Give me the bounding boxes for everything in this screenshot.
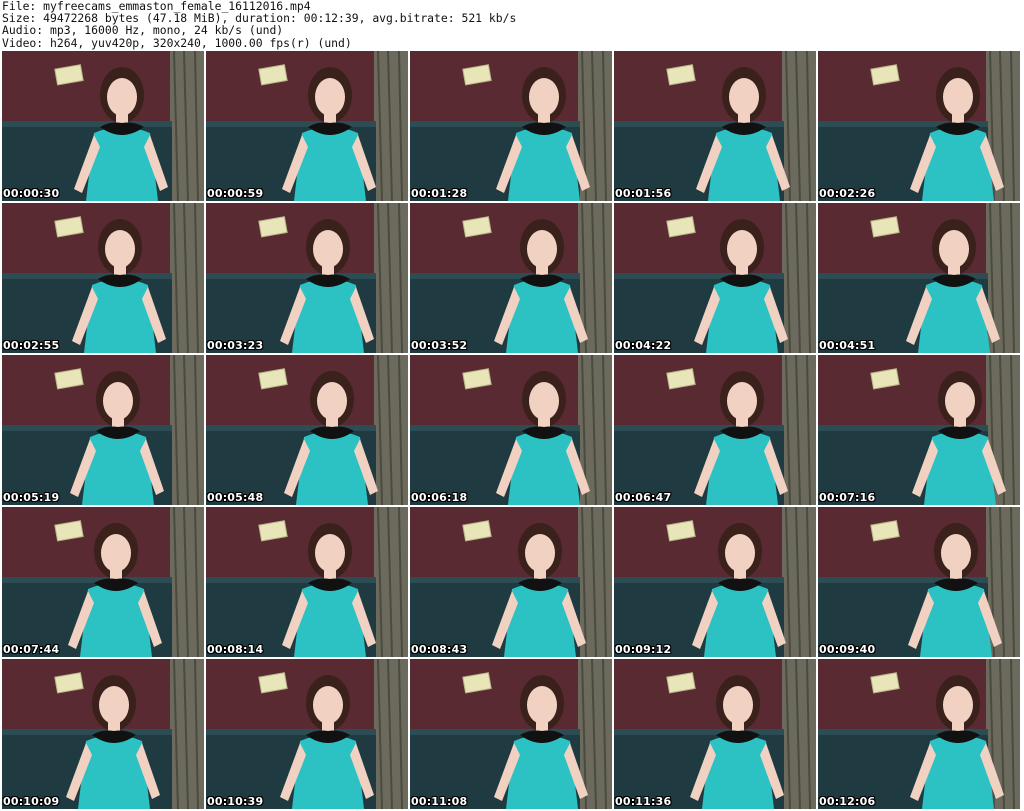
timestamp-label: 00:07:44 (3, 643, 60, 656)
timestamp-label: 00:09:12 (615, 643, 672, 656)
timestamp-label: 00:02:55 (3, 339, 60, 352)
timestamp-label: 00:11:36 (615, 795, 672, 808)
thumbnail-frame (410, 203, 612, 353)
timestamp-label: 00:04:51 (819, 339, 876, 352)
video-thumbnail: 00:09:40 (818, 507, 1020, 657)
thumbnail-frame (614, 507, 816, 657)
video-thumbnail: 00:02:26 (818, 51, 1020, 201)
thumbnail-frame (206, 507, 408, 657)
timestamp-label: 00:10:09 (3, 795, 60, 808)
thumbnail-frame (2, 51, 204, 201)
video-thumbnail: 00:05:48 (206, 355, 408, 505)
video-thumbnail: 00:10:39 (206, 659, 408, 809)
video-thumbnail: 00:04:22 (614, 203, 816, 353)
timestamp-label: 00:11:08 (411, 795, 468, 808)
timestamp-label: 00:03:52 (411, 339, 468, 352)
thumbnail-frame (614, 51, 816, 201)
video-thumbnail: 00:11:08 (410, 659, 612, 809)
thumbnail-frame (206, 659, 408, 809)
video-thumbnail: 00:03:52 (410, 203, 612, 353)
thumbnail-frame (410, 51, 612, 201)
video-thumbnail: 00:07:16 (818, 355, 1020, 505)
video-info-line: Video: h264, yuv420p, 320x240, 1000.00 f… (2, 35, 352, 50)
video-thumbnail: 00:03:23 (206, 203, 408, 353)
video-thumbnail: 00:01:56 (614, 51, 816, 201)
video-thumbnail: 00:00:59 (206, 51, 408, 201)
timestamp-label: 00:02:26 (819, 187, 876, 200)
thumbnail-frame (2, 659, 204, 809)
timestamp-label: 00:07:16 (819, 491, 876, 504)
video-thumbnail: 00:10:09 (2, 659, 204, 809)
timestamp-label: 00:08:43 (411, 643, 468, 656)
video-thumbnail: 00:08:43 (410, 507, 612, 657)
thumbnail-frame (818, 51, 1020, 201)
timestamp-label: 00:06:18 (411, 491, 468, 504)
thumbnail-frame (410, 659, 612, 809)
thumbnail-frame (818, 659, 1020, 809)
video-thumbnail: 00:05:19 (2, 355, 204, 505)
timestamp-label: 00:00:59 (207, 187, 264, 200)
file-info-header: File: myfreecams_emmaston_female_1611201… (2, 0, 1012, 50)
timestamp-label: 00:03:23 (207, 339, 264, 352)
video-thumbnail: 00:02:55 (2, 203, 204, 353)
timestamp-label: 00:00:30 (3, 187, 60, 200)
video-thumbnail: 00:12:06 (818, 659, 1020, 809)
thumbnail-frame (614, 355, 816, 505)
thumbnail-frame (206, 355, 408, 505)
video-thumbnail: 00:01:28 (410, 51, 612, 201)
thumbnail-grid: 00:00:30 00:00:59 00:01:28 00:01:56 00:02:26… (2, 51, 1022, 809)
thumbnail-frame (410, 507, 612, 657)
thumbnail-frame (2, 355, 204, 505)
thumbnail-frame (206, 51, 408, 201)
video-thumbnail: 00:09:12 (614, 507, 816, 657)
audio-info-line: Audio: mp3, 16000 Hz, mono, 24 kb/s (und… (2, 23, 284, 38)
timestamp-label: 00:04:22 (615, 339, 672, 352)
thumbnail-frame (614, 203, 816, 353)
timestamp-label: 00:09:40 (819, 643, 876, 656)
timestamp-label: 00:05:48 (207, 491, 264, 504)
thumbnail-frame (818, 203, 1020, 353)
video-thumbnail: 00:06:47 (614, 355, 816, 505)
timestamp-label: 00:10:39 (207, 795, 264, 808)
thumbnail-frame (2, 507, 204, 657)
thumbnail-frame (614, 659, 816, 809)
video-thumbnail: 00:08:14 (206, 507, 408, 657)
thumbnail-frame (206, 203, 408, 353)
video-thumbnail: 00:00:30 (2, 51, 204, 201)
thumbnail-frame (410, 355, 612, 505)
timestamp-label: 00:06:47 (615, 491, 672, 504)
timestamp-label: 00:01:28 (411, 187, 468, 200)
thumbnail-frame (818, 507, 1020, 657)
timestamp-label: 00:05:19 (3, 491, 60, 504)
thumbnail-frame (818, 355, 1020, 505)
video-thumbnail: 00:06:18 (410, 355, 612, 505)
video-thumbnail: 00:07:44 (2, 507, 204, 657)
thumbnail-frame (2, 203, 204, 353)
timestamp-label: 00:12:06 (819, 795, 876, 808)
timestamp-label: 00:01:56 (615, 187, 672, 200)
video-thumbnail: 00:04:51 (818, 203, 1020, 353)
timestamp-label: 00:08:14 (207, 643, 264, 656)
video-thumbnail: 00:11:36 (614, 659, 816, 809)
